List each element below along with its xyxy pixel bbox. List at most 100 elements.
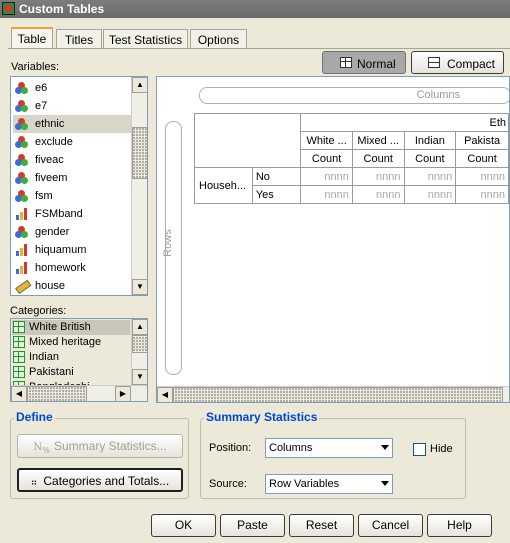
category-label: White British — [29, 321, 91, 333]
window-title: Custom Tables — [19, 2, 105, 16]
columns-label: Columns — [416, 89, 460, 101]
source-select[interactable]: Row Variables — [265, 474, 393, 494]
table-cell: nnnn — [351, 167, 405, 186]
column-category-header[interactable]: Mixed ... — [351, 131, 405, 150]
column-category-header[interactable]: Indian — [403, 131, 457, 150]
variables-label: Variables: — [11, 61, 60, 73]
column-category-header[interactable]: White ... — [300, 131, 353, 150]
statistic-header[interactable]: Count — [351, 149, 405, 168]
variable-item[interactable]: ethnic — [13, 115, 131, 133]
variables-scrollbar[interactable]: ▲ ▼ — [131, 77, 147, 295]
cat-scroll-thumb[interactable] — [132, 335, 147, 353]
row-variable-header[interactable]: Househ... — [194, 167, 253, 204]
position-select[interactable]: Columns — [265, 438, 393, 458]
help-button[interactable]: Help — [427, 514, 492, 537]
variable-item[interactable]: homework — [13, 259, 131, 277]
variable-item[interactable]: house — [13, 277, 131, 295]
categories-list[interactable]: White British Mixed heritage Indian Pakista… — [10, 318, 148, 402]
tab-divider — [8, 48, 510, 49]
nominal-icon — [15, 172, 29, 185]
variable-label: ethnic — [35, 118, 65, 130]
variable-item[interactable]: e7 — [13, 97, 131, 115]
ok-button[interactable]: OK — [151, 514, 216, 537]
categories-hscrollbar[interactable]: ◀ ▶ — [11, 385, 147, 401]
summary-statistics-button[interactable]: N% Summary Statistics... — [17, 434, 183, 458]
cat-scroll-down-button[interactable]: ▼ — [132, 369, 147, 385]
category-label: Indian — [29, 351, 59, 363]
variable-item[interactable]: fiveac — [13, 151, 131, 169]
hide-label: Hide — [430, 443, 453, 455]
scroll-up-button[interactable]: ▲ — [132, 77, 147, 93]
nominal-icon — [15, 136, 29, 149]
categories-scrollbar[interactable]: ▲ ▼ — [131, 319, 147, 385]
canvas-scroll-left-button[interactable]: ◀ — [157, 387, 173, 402]
normal-view-button[interactable]: Normal — [322, 51, 406, 74]
statistic-header[interactable]: Count — [403, 149, 457, 168]
column-category-header[interactable]: Pakista — [455, 131, 509, 150]
variable-item[interactable]: fiveem — [13, 169, 131, 187]
rows-dropzone[interactable]: Rows — [162, 121, 182, 375]
tab-titles[interactable]: Titles — [56, 29, 102, 49]
category-item[interactable]: Indian — [12, 350, 130, 365]
variable-label: fsm — [35, 190, 53, 202]
table-canvas[interactable]: Columns Rows Eth White ... Mixed ... India… — [156, 76, 510, 403]
category-item[interactable]: Mixed heritage — [12, 335, 130, 350]
variable-item[interactable]: e6 — [13, 79, 131, 97]
tab-test-statistics[interactable]: Test Statistics — [103, 29, 188, 49]
cat-scroll-left-button[interactable]: ◀ — [11, 386, 27, 401]
variable-item[interactable]: gender — [13, 223, 131, 241]
nominal-icon — [15, 154, 29, 167]
scroll-thumb[interactable] — [132, 127, 147, 179]
variable-label: e6 — [35, 82, 48, 94]
category-icon — [13, 321, 25, 334]
variable-label: exclude — [35, 136, 73, 148]
paste-button[interactable]: Paste — [220, 514, 285, 537]
cat-scroll-up-button[interactable]: ▲ — [132, 319, 147, 335]
variable-item[interactable]: FSMband — [13, 205, 131, 223]
cat-scroll-right-button[interactable]: ▶ — [115, 386, 131, 401]
variable-item[interactable]: exclude — [13, 133, 131, 151]
tab-table[interactable]: Table — [11, 27, 53, 49]
scroll-down-button[interactable]: ▼ — [132, 279, 147, 295]
nominal-icon — [15, 190, 29, 203]
statistic-header[interactable]: Count — [455, 149, 509, 168]
ordinal-icon — [15, 262, 29, 275]
column-variable-header[interactable]: Eth — [300, 113, 509, 132]
ordinal-icon — [15, 208, 29, 221]
corner-cell — [193, 113, 302, 168]
variables-list[interactable]: e6 e7 ethnic exclude fiveac fiveem fsm FSMband g… — [10, 76, 148, 296]
table-cell: nnnn — [403, 167, 457, 186]
chevron-down-icon — [381, 445, 389, 450]
columns-dropzone[interactable]: Columns — [199, 87, 509, 104]
normal-label: Normal — [357, 57, 396, 71]
compact-view-button[interactable]: Compact — [411, 51, 504, 74]
row-category-header[interactable]: Yes — [251, 185, 302, 204]
reset-button[interactable]: Reset — [289, 514, 354, 537]
tab-options[interactable]: Options — [190, 29, 247, 49]
statistic-header[interactable]: Count — [300, 149, 353, 168]
categories-label: Categories: — [10, 305, 67, 317]
variable-item[interactable]: hiquamum — [13, 241, 131, 259]
category-item[interactable]: White British — [12, 320, 130, 335]
chevron-down-icon — [381, 481, 389, 486]
nominal-icon — [15, 82, 29, 95]
category-item[interactable]: Pakistani — [12, 365, 130, 380]
summary-statistics-title: Summary Statistics — [204, 410, 320, 424]
categories-totals-icon: ⠶ — [30, 477, 38, 487]
variable-label: e7 — [35, 100, 48, 112]
compact-label: Compact — [447, 57, 496, 71]
variable-label: homework — [35, 262, 86, 274]
nominal-icon — [15, 226, 29, 239]
canvas-hscroll-thumb[interactable] — [173, 387, 503, 402]
canvas-hscrollbar[interactable]: ◀ — [157, 386, 509, 402]
row-category-header[interactable]: No — [251, 167, 302, 186]
title-bar: Custom Tables — [0, 0, 510, 18]
cancel-button[interactable]: Cancel — [358, 514, 423, 537]
variable-label: hiquamum — [35, 244, 87, 256]
cat-hscroll-thumb[interactable] — [27, 386, 87, 401]
nominal-icon — [15, 118, 29, 131]
hide-checkbox[interactable] — [413, 443, 426, 456]
app-icon — [2, 2, 15, 15]
categories-totals-button[interactable]: ⠶ Categories and Totals... — [17, 468, 183, 492]
variable-item[interactable]: fsm — [13, 187, 131, 205]
